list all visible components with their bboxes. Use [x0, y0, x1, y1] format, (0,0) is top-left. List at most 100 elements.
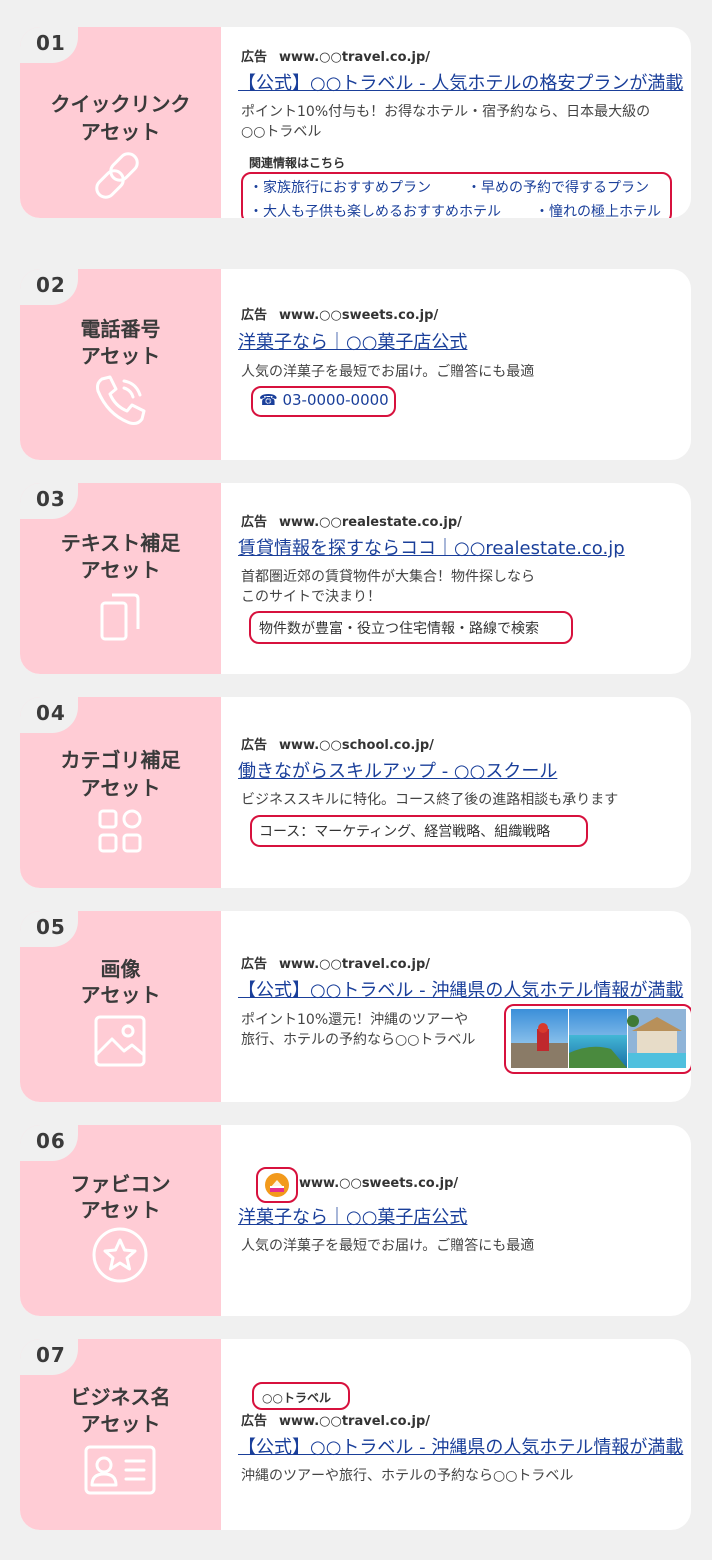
link-icon: [95, 152, 139, 199]
ad-headline[interactable]: 働きながらスキルアップ - ○○スクール: [238, 757, 557, 783]
category-snippet: コース：マーケティング、経営戦略、組織戦略: [259, 824, 551, 840]
ad-preview: 広告 www.○○sweets.co.jp/ 洋菓子なら｜○○菓子店公式 人気の洋…: [238, 269, 691, 460]
ad-label: 広告: [241, 50, 268, 65]
ad-description-line1: ポイント10%付与も！お得なホテル・宿予約なら、日本最大級の: [241, 104, 651, 120]
asset-number: 01: [36, 31, 66, 55]
ad-preview: ○○トラベル 広告 www.○○travel.co.jp/ 【公式】○○トラベル …: [238, 1339, 691, 1530]
ad-preview: 広告 www.○○travel.co.jp/ 【公式】○○トラベル - 人気ホテル…: [238, 27, 691, 218]
ad-url-line: 広告 www.○○travel.co.jp/: [241, 1410, 430, 1429]
asset-title-line2: アセット: [80, 1412, 161, 1436]
ad-description: ビジネススキルに特化。コース終了後の進路相談も承ります: [241, 792, 619, 808]
ad-description-line1: 首都圏近郊の賃貸物件が大集合！物件探しなら: [241, 569, 535, 585]
ad-url-line: 広告 www.○○sweets.co.jp/: [241, 304, 438, 323]
ad-headline[interactable]: 洋菓子なら｜○○菓子店公式: [238, 1203, 467, 1229]
ad-preview: 広告 www.○○realestate.co.jp/ 賃貸情報を探すならココ｜○○…: [238, 483, 691, 674]
phone-number[interactable]: ☎ 03-0000-0000: [259, 391, 389, 409]
asset-card-favicon: 06 ファビコン アセット www.○○sweets.co.jp/ 洋菓子なら｜…: [20, 1125, 691, 1316]
asset-label-panel: 06 ファビコン アセット: [20, 1125, 221, 1316]
ad-description-line1: ポイント10%還元！沖縄のツアーや: [241, 1012, 469, 1028]
asset-label-panel: 01 クイックリンク アセット: [20, 27, 221, 218]
asset-label-panel: 05 画像 アセット: [20, 911, 221, 1102]
ad-headline[interactable]: 洋菓子なら｜○○菓子店公式: [238, 328, 467, 354]
asset-card-callout: 03 テキスト補足 アセット 広告 www.○○realestate.co.jp/…: [20, 483, 691, 674]
related-label: 関連情報はこちら: [249, 156, 346, 170]
asset-title-line2: アセット: [80, 344, 161, 368]
ad-description-line2: ○○トラベル: [241, 124, 322, 140]
sitelink-2[interactable]: ・早めの予約で得するプラン: [467, 177, 649, 197]
asset-title-line1: クイックリンク: [50, 92, 191, 116]
star-icon: [92, 1227, 148, 1283]
ad-label: 広告: [241, 308, 268, 323]
number-tab: 02: [20, 269, 78, 305]
number-tab: 06: [20, 1125, 78, 1161]
ad-image-thumbnails[interactable]: [511, 1009, 686, 1068]
ad-url-line: 広告 www.○○travel.co.jp/: [241, 953, 430, 972]
copy-icon: [100, 593, 140, 641]
ad-url-line: 広告 www.○○travel.co.jp/: [241, 46, 430, 65]
ad-url: www.○○travel.co.jp/: [279, 957, 431, 972]
asset-card-image: 05 画像 アセット 広告 www.○○travel.co.jp/ 【公式】○○ト…: [20, 911, 691, 1102]
ad-url: www.○○travel.co.jp/: [279, 1414, 431, 1429]
asset-number: 06: [36, 1129, 66, 1153]
ad-url: www.○○sweets.co.jp/: [279, 308, 439, 323]
asset-title-line1: 画像: [100, 957, 141, 981]
ad-url-line: 広告 www.○○realestate.co.jp/: [241, 511, 462, 530]
ad-label: 広告: [241, 957, 268, 972]
asset-title-line2: アセット: [80, 558, 161, 582]
asset-title-line1: テキスト補足: [60, 531, 181, 555]
ad-description-line2: 旅行、ホテルの予約なら○○トラベル: [241, 1032, 476, 1048]
okinawa-photos: [511, 1009, 686, 1068]
asset-number: 02: [36, 273, 66, 297]
asset-title-line1: 電話番号: [80, 317, 161, 341]
asset-label-panel: 03 テキスト補足 アセット: [20, 483, 221, 674]
asset-title-line2: アセット: [80, 983, 161, 1007]
asset-title-line1: ビジネス名: [70, 1385, 171, 1409]
ad-headline[interactable]: 【公式】○○トラベル - 沖縄県の人気ホテル情報が満載: [238, 976, 683, 1002]
asset-number: 05: [36, 915, 66, 939]
asset-label-panel: 04 カテゴリ補足 アセット: [20, 697, 221, 888]
image-icon: [94, 1015, 146, 1067]
ad-url-line: 広告 www.○○school.co.jp/: [241, 734, 434, 753]
asset-title-line1: ファビコン: [70, 1172, 171, 1196]
ad-description: 人気の洋菓子を最短でお届け。ご贈答にも最適: [241, 364, 535, 380]
grid-icon: [98, 809, 142, 853]
asset-label-panel: 02 電話番号 アセット: [20, 269, 221, 460]
ad-description-line2: このサイトで決まり！: [241, 589, 381, 605]
asset-card-business-name: 07 ビジネス名 アセット ○○トラベル 広告 www.○○travel.co.j…: [20, 1339, 691, 1530]
number-tab: 01: [20, 27, 78, 63]
ad-url: www.○○travel.co.jp/: [279, 50, 431, 65]
ad-label: 広告: [241, 738, 268, 753]
asset-title-line2: アセット: [80, 120, 161, 144]
callout-text: 物件数が豊富・役立つ住宅情報・路線で検索: [259, 621, 539, 637]
ad-preview: www.○○sweets.co.jp/ 洋菓子なら｜○○菓子店公式 人気の洋菓子…: [238, 1125, 691, 1316]
ad-preview: 広告 www.○○travel.co.jp/ 【公式】○○トラベル - 沖縄県の人…: [238, 911, 691, 1102]
sitelink-4[interactable]: ・憧れの極上ホテル: [535, 201, 661, 218]
ad-headline[interactable]: 【公式】○○トラベル - 人気ホテルの格安プランが満載: [238, 69, 683, 95]
asset-card-phone: 02 電話番号 アセット 広告 www.○○sweets.co.jp/ 洋菓子なら…: [20, 269, 691, 460]
ad-label: 広告: [241, 515, 268, 530]
number-tab: 04: [20, 697, 78, 733]
asset-number: 04: [36, 701, 66, 725]
phone-icon: [96, 375, 146, 425]
ad-url: www.○○sweets.co.jp/: [299, 1176, 459, 1191]
ad-label: 広告: [241, 1414, 268, 1429]
ad-headline[interactable]: 賃貸情報を探すならココ｜○○realestate.co.jp: [238, 534, 625, 560]
ad-headline[interactable]: 【公式】○○トラベル - 沖縄県の人気ホテル情報が満載: [238, 1433, 683, 1459]
number-tab: 07: [20, 1339, 78, 1375]
sitelink-1[interactable]: ・家族旅行におすすめプラン: [249, 177, 431, 197]
business-name: ○○トラベル: [262, 1391, 331, 1405]
favicon-cake-icon: [265, 1173, 289, 1197]
asset-title-line1: カテゴリ補足: [60, 748, 181, 772]
asset-title-line2: アセット: [80, 1198, 161, 1222]
id-card-icon: [84, 1445, 156, 1495]
asset-card-structured-snippet: 04 カテゴリ補足 アセット 広告 www.○○school.co.jp/ 働きな…: [20, 697, 691, 888]
ad-preview: 広告 www.○○school.co.jp/ 働きながらスキルアップ - ○○スク…: [238, 697, 691, 888]
asset-title-line2: アセット: [80, 776, 161, 800]
asset-card-quicklink: 01 クイックリンク アセット 広告 www.○○travel.co.jp/ 【公…: [20, 27, 691, 218]
number-tab: 05: [20, 911, 78, 947]
ad-description: 人気の洋菓子を最短でお届け。ご贈答にも最適: [241, 1238, 535, 1254]
sitelink-3[interactable]: ・大人も子供も楽しめるおすすめホテル: [249, 201, 501, 218]
asset-number: 07: [36, 1343, 66, 1367]
asset-label-panel: 07 ビジネス名 アセット: [20, 1339, 221, 1530]
asset-number: 03: [36, 487, 66, 511]
